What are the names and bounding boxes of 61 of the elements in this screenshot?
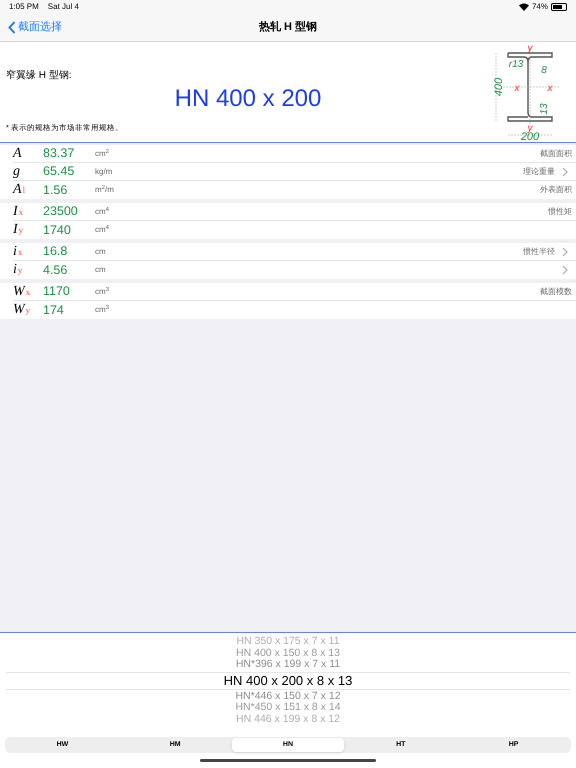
property-symbol: g [13,164,21,178]
picker-item[interactable]: HN 350 x 175 x 7 x 11 [236,636,340,648]
property-value: 1.56 [43,182,68,199]
axis-label: x [514,83,520,94]
dimension-label: 13 [539,103,550,115]
status-date: Sat Jul 4 [48,1,79,13]
battery-percent: 74% [532,1,548,13]
property-symbol: Al [13,183,26,197]
property-symbol: Iy [13,223,24,237]
property-label: 截面模数 [540,286,572,298]
property-unit: cm$^{3}$ [95,286,110,298]
back-chevron-icon [8,21,16,34]
picker-item[interactable]: HN*396 x 199 x 7 x 11 [236,659,340,670]
property-unit: cm$^{4}$ [95,206,110,218]
picker-item[interactable]: HN 400 x 150 x 8 x 13 [236,648,340,659]
property-value: 4.56 [43,262,68,279]
property-value: 1170 [43,283,71,300]
picker-item[interactable]: HN*446 x 150 x 7 x 12 [235,690,341,702]
property-symbol: Wy [13,303,32,317]
property-symbol: iy [13,263,24,277]
wifi-icon [518,3,529,11]
section-name: HN 400 x 200 [174,87,322,111]
back-button[interactable]: 截面选择 [0,19,62,36]
property-symbol: A [13,146,23,160]
property-value: 65.45 [43,163,76,180]
i-beam-drawing [507,52,553,122]
picker-item[interactable]: HN 400 x 200 x 8 x 13 [224,672,352,688]
property-value: 174 [43,302,65,319]
dimension-label: 400 [493,78,505,96]
property-label: 外表面积 [540,184,572,196]
property-unit: m$^{2}$/m [95,184,114,196]
battery-icon [551,3,567,11]
dimension-label: r13 [508,59,524,70]
axis-label: x [548,83,552,94]
property-value: 16.8 [43,243,68,260]
property-value: 1740 [43,222,72,239]
property-unit: cm$^{2}$ [95,148,110,160]
property-value: 83.37 [43,145,76,162]
property-unit: cm [95,246,106,258]
property-symbol: Wx [13,284,32,298]
property-symbol: Ix [13,204,24,218]
property-symbol: ix [13,244,24,258]
picker-item[interactable]: HN 446 x 199 x 8 x 12 [236,714,340,725]
property-value: 23500 [43,203,79,220]
category-label: 窄翼缘 H 型钢: [6,68,73,83]
property-unit: cm [95,264,106,276]
picker-item[interactable]: HN*450 x 151 x 8 x 14 [235,702,341,714]
dimension-label: 200 [520,131,540,141]
property-unit: cm$^{4}$ [95,224,110,236]
axis-label: y [528,123,532,134]
property-label: 惯性半径 [523,246,555,258]
property-unit: cm$^{3}$ [95,304,110,316]
chevron-icon [562,166,568,176]
property-label: 惯性矩 [548,206,572,218]
property-label: 理论重量 [523,166,555,178]
dimension-label: 8 [541,65,547,76]
property-label: 截面面积 [540,148,572,160]
property-unit: kg/m [95,166,112,178]
nav-title: 热轧 H 型钢 [258,20,318,36]
axis-label: y [528,43,532,54]
status-time: 1:05 PM [9,1,39,13]
